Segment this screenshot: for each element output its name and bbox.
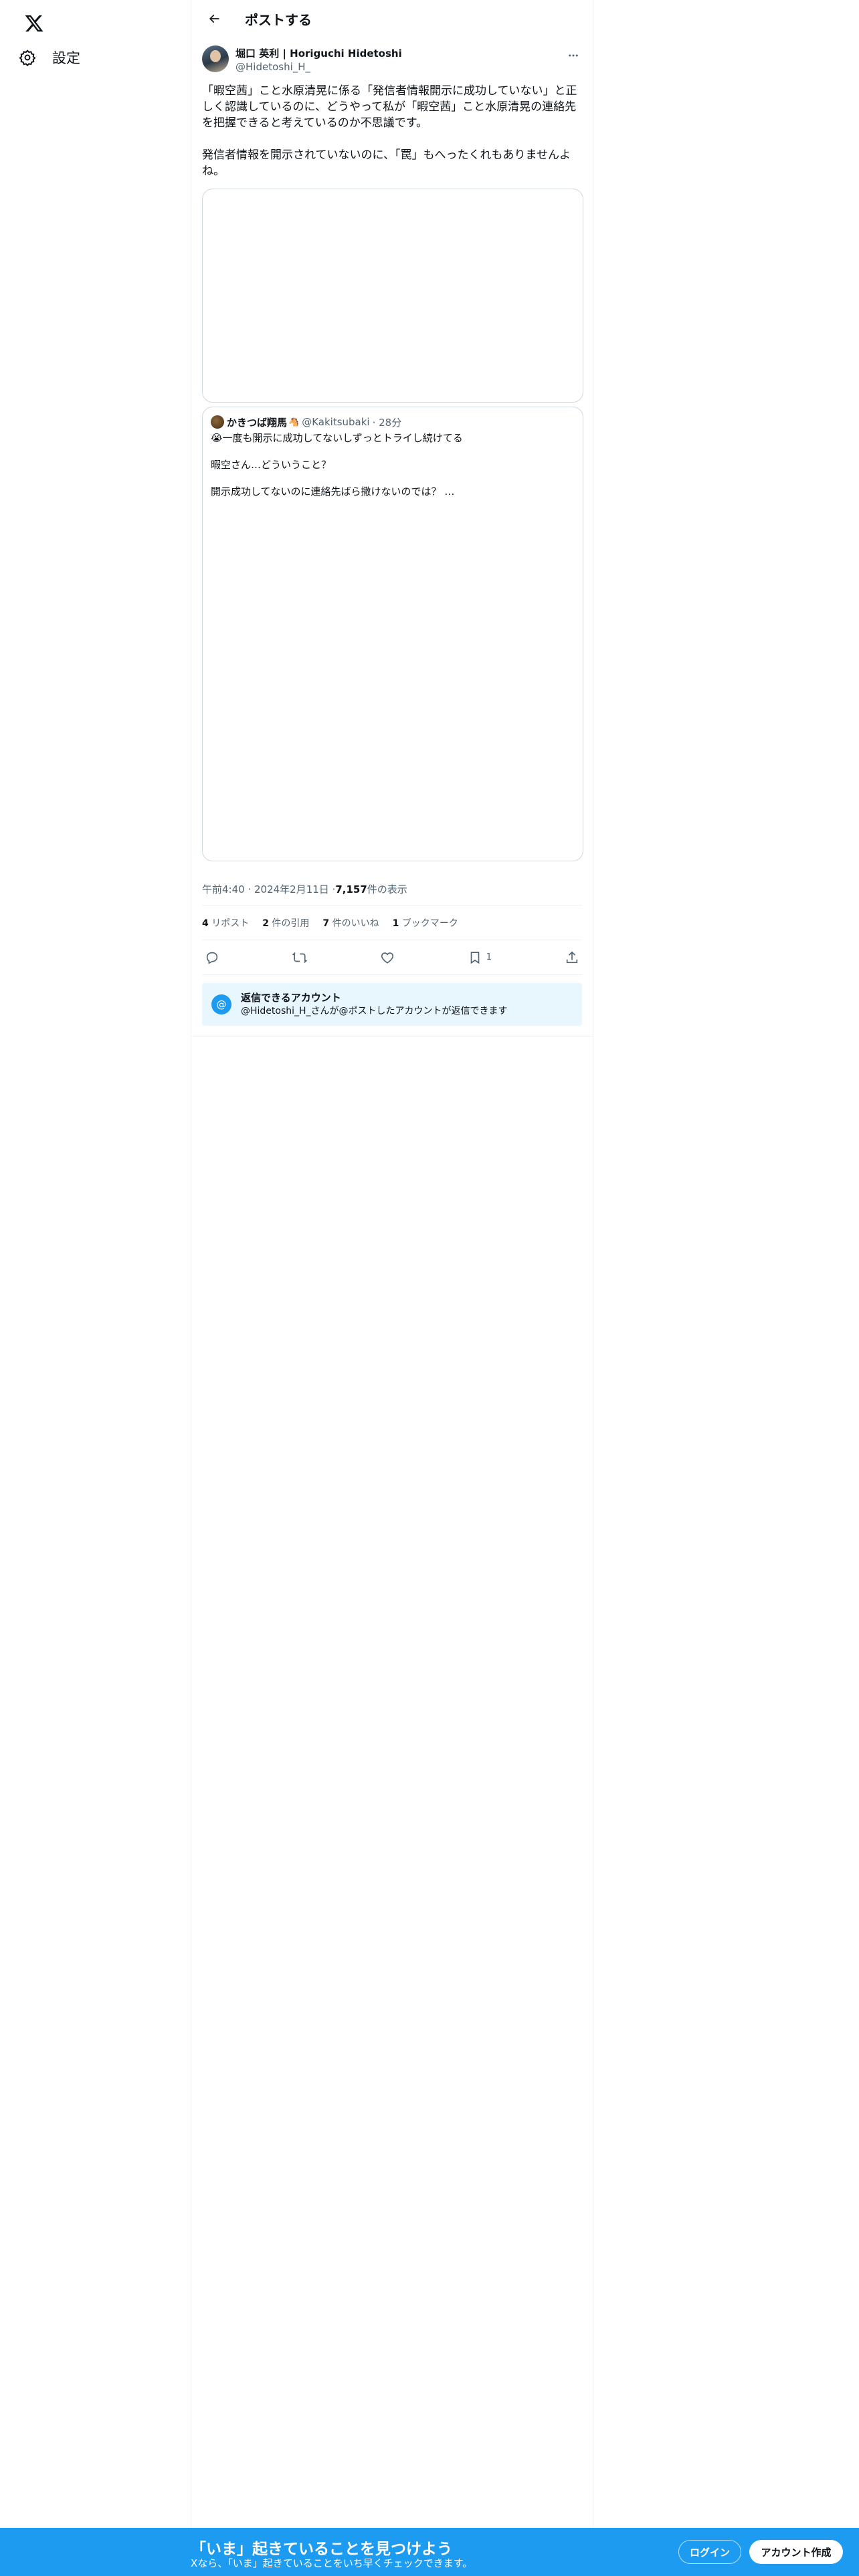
create-account-button[interactable]: アカウント作成	[749, 2540, 843, 2564]
post-text: 「暇空茜」こと水原清晃に係る「発信者情報開示に成功していない」と正しく認識してい…	[202, 84, 577, 178]
like-button[interactable]	[380, 950, 395, 965]
page-title: ポストする	[245, 11, 312, 28]
views-count: 7,157	[335, 883, 367, 895]
post-meta: 午前4:40 · 2024年2月11日 · 7,157 件の表示	[202, 873, 582, 905]
reply-icon	[206, 952, 218, 964]
sidebar-item-label: 設定	[52, 50, 80, 66]
views-label: 件の表示	[367, 883, 407, 895]
likes-stat[interactable]: 7 件のいいね	[322, 916, 379, 930]
banner-title: 「いま」起きていることを見つけよう	[191, 2541, 452, 2558]
divider	[191, 1026, 593, 1037]
more-dots-icon	[569, 54, 578, 57]
quote-header: かきつば翔馬 🐴 @Kakitsubaki · 28分	[211, 415, 575, 429]
bookmarks-stat[interactable]: 1 ブックマーク	[393, 916, 458, 930]
quoted-post[interactable]: かきつば翔馬 🐴 @Kakitsubaki · 28分 😭一度も開示に成功してな…	[202, 407, 583, 861]
arrow-left-icon	[209, 14, 219, 23]
avatar[interactable]	[202, 45, 229, 72]
media-card[interactable]	[202, 189, 583, 403]
quotes-stat[interactable]: 2 件の引用	[262, 916, 309, 930]
post-stats: 4 リポスト 2 件の引用 7 件のいいね 1 ブックマーク	[202, 905, 582, 940]
gear-icon	[19, 47, 39, 68]
bookmark-button[interactable]: 1	[468, 950, 492, 965]
repost-icon	[292, 952, 307, 963]
reposts-stat[interactable]: 4 リポスト	[202, 916, 249, 930]
bookmark-icon	[470, 951, 480, 964]
sidebar-item-settings[interactable]: 設定	[12, 41, 90, 74]
quote-author-handle: @Kakitsubaki	[302, 416, 370, 428]
share-icon	[566, 951, 578, 963]
reply-restriction-notice: @ 返信できるアカウント @Hidetoshi_H_さんが@ポストしたアカウント…	[202, 983, 582, 1026]
avatar	[211, 415, 224, 429]
signup-banner: 「いま」起きていることを見つけよう Xなら、「いま」起きていることをいち早くチェ…	[0, 2528, 859, 2576]
quote-author-name: かきつば翔馬	[227, 416, 288, 429]
share-button[interactable]	[565, 950, 579, 965]
repost-button[interactable]	[292, 950, 307, 965]
x-logo-icon[interactable]	[17, 7, 51, 40]
post-author: 堀口 英利 | Horiguchi Hidetoshi @Hidetoshi_H…	[202, 45, 582, 78]
banner-subtitle: Xなら、「いま」起きていることをいち早くチェックできます。	[191, 2557, 473, 2569]
author-name[interactable]: 堀口 英利 | Horiguchi Hidetoshi	[235, 47, 402, 60]
main-column: ポストする 堀口 英利 | Horiguchi Hidetoshi @Hidet…	[191, 0, 593, 2576]
post-detail: 堀口 英利 | Horiguchi Hidetoshi @Hidetoshi_H…	[191, 37, 593, 1037]
left-navigation: 設定	[0, 0, 191, 2576]
back-button[interactable]	[202, 7, 226, 31]
quote-author-badge: 🐴	[288, 417, 300, 427]
login-button[interactable]: ログイン	[678, 2540, 741, 2564]
quote-text: 😭一度も開示に成功してないしずっとトライし続けてる 暇空さん…どういうこと？ 開…	[211, 432, 463, 498]
author-handle[interactable]: @Hidetoshi_H_	[235, 60, 402, 74]
bookmark-count: 1	[486, 952, 492, 962]
page-header: ポストする	[191, 0, 593, 37]
post-actions: 1	[202, 940, 582, 975]
reply-button[interactable]	[205, 950, 219, 965]
post-timestamp[interactable]: 午前4:40 · 2024年2月11日 ·	[202, 882, 335, 896]
quote-time: · 28分	[372, 416, 402, 429]
more-options-button[interactable]	[563, 45, 583, 66]
heart-icon	[381, 952, 393, 964]
at-sign-icon: @	[211, 994, 231, 1014]
reply-notice-desc: @Hidetoshi_H_さんが@ポストしたアカウントが返信できます	[241, 1006, 508, 1016]
reply-notice-title: 返信できるアカウント	[241, 992, 341, 1004]
